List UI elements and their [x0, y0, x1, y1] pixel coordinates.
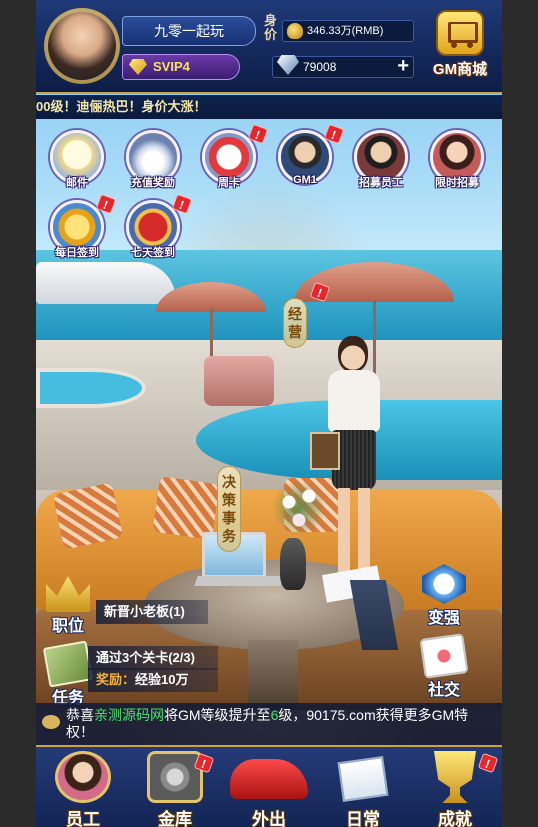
player-avatar[interactable]: [44, 8, 120, 84]
vip-gem-icon: [129, 59, 147, 75]
car-icon: [230, 759, 308, 799]
weekly-card-label: 周卡: [218, 177, 240, 189]
nav-daily-label: 日常: [346, 810, 380, 827]
recruit-staff-button[interactable]: 招募员工: [350, 130, 412, 196]
nav-achievement-label: 成就: [438, 810, 472, 827]
position-info: 新晋小老板(1): [96, 600, 208, 624]
bottom-nav: 员工 金库 ! 外出 日常 成就 !: [36, 745, 502, 827]
umbrella-pole: [210, 308, 213, 358]
phone-heart-icon: [419, 633, 469, 679]
daily-signin-button[interactable]: 每日签到 !: [46, 193, 117, 266]
system-notice: 恭喜亲测源码网将GM等级提升至6级，90175.com获得更多GM特权！: [36, 703, 502, 745]
task-reward-label: 奖励：: [96, 672, 136, 687]
top-header: 九零一起玩 SVIP4 身价 346.33万(RMB) 79008 + GM商城: [36, 0, 502, 94]
vip-badge[interactable]: SVIP4: [122, 54, 240, 80]
weekly-card-button[interactable]: 周卡 !: [198, 123, 269, 196]
game-screen: 九零一起玩 SVIP4 身价 346.33万(RMB) 79008 + GM商城…: [36, 0, 502, 827]
add-diamond-button[interactable]: +: [397, 56, 409, 76]
operate-tag[interactable]: 经营: [283, 298, 307, 348]
nav-daily[interactable]: 日常: [318, 747, 408, 827]
staff-icon: [55, 751, 111, 803]
news-marquee: 00级！迪俪热巴！身价大涨！: [36, 95, 502, 119]
worth-display: 346.33万(RMB): [282, 20, 414, 42]
nav-vault-label: 金库: [158, 810, 192, 827]
nav-staff-label: 员工: [66, 810, 100, 827]
character-head: [338, 336, 368, 372]
task-book-icon: [42, 640, 94, 688]
nav-outing-label: 外出: [252, 810, 286, 827]
diamond-count: 79008: [303, 60, 337, 74]
recruit-staff-label: 招募员工: [359, 177, 403, 189]
social-label: 社交: [427, 682, 460, 699]
decision-tag[interactable]: 决策事务: [217, 466, 241, 552]
lounge-chair: [204, 356, 274, 406]
gm1-button[interactable]: GM1 !: [274, 123, 345, 196]
vip-level: SVIP4: [153, 59, 190, 74]
limited-recruit-label: 限时招募: [435, 177, 479, 189]
nav-outing[interactable]: 外出: [224, 747, 314, 827]
decision-label: 决策事务: [222, 474, 236, 544]
limited-recruit-button[interactable]: 限时招募: [426, 130, 488, 196]
nav-achievement[interactable]: 成就 !: [410, 747, 500, 827]
daily-signin-label: 每日签到: [55, 247, 99, 259]
position-button[interactable]: 职位: [38, 572, 98, 635]
notice-middle: 将GM等级提升至: [164, 707, 271, 723]
diamond-icon: [277, 55, 299, 75]
vault-icon: [147, 751, 203, 803]
small-pool: [36, 368, 146, 408]
task-reward-value: 经验10万: [135, 672, 189, 687]
laptop-base: [194, 576, 284, 586]
chat-bubble-icon: [42, 715, 60, 729]
secretary-character[interactable]: [310, 336, 390, 576]
position-label: 职位: [51, 618, 84, 635]
gm-shop-button[interactable]: GM商城: [422, 6, 498, 86]
shopping-cart-icon: [436, 10, 484, 56]
nav-achievement-alert-badge: !: [477, 752, 499, 774]
notice-prefix: 恭喜: [66, 707, 94, 723]
trophy-icon: [434, 751, 476, 803]
player-name: 九零一起玩: [122, 16, 256, 46]
gm1-label: GM1: [293, 174, 317, 186]
become-strong-button[interactable]: 变强: [414, 564, 474, 627]
money-bag-icon: [287, 23, 303, 39]
notice-player-name: 亲测源码网: [94, 707, 164, 723]
worth-label: 身价: [264, 13, 278, 42]
flower-vase: [280, 538, 306, 590]
nav-staff[interactable]: 员工: [38, 747, 128, 827]
mail-label: 邮件: [66, 177, 88, 189]
task-desc: 通过3个关卡(2/3): [88, 646, 218, 670]
become-strong-label: 变强: [427, 610, 460, 627]
gm-shop-label: GM商城: [432, 61, 488, 78]
character-folder: [310, 432, 340, 470]
character-blouse: [328, 370, 380, 432]
fist-icon: [422, 564, 466, 604]
recharge-reward-button[interactable]: 充值奖励: [122, 130, 184, 196]
task-reward: 奖励：经验10万: [88, 668, 218, 692]
table-leg: [248, 640, 298, 710]
worth-value: 346.33万(RMB): [307, 25, 384, 37]
character-legs: [338, 488, 370, 576]
operate-label: 经营: [288, 306, 302, 340]
nav-vault[interactable]: 金库 !: [130, 747, 220, 827]
mail-button[interactable]: 邮件: [46, 130, 108, 196]
crown-icon: [46, 576, 90, 612]
yacht: [36, 262, 176, 304]
sofa-pillow: [152, 476, 220, 540]
seven-day-signin-button[interactable]: 七天签到 !: [122, 193, 193, 266]
daily-letter-icon: [337, 755, 389, 803]
avatar-face: [48, 12, 116, 80]
recharge-reward-label: 充值奖励: [131, 177, 175, 189]
seven-day-signin-label: 七天签到: [131, 247, 175, 259]
social-button[interactable]: 社交: [414, 633, 474, 699]
diamond-display: 79008 +: [272, 55, 414, 78]
